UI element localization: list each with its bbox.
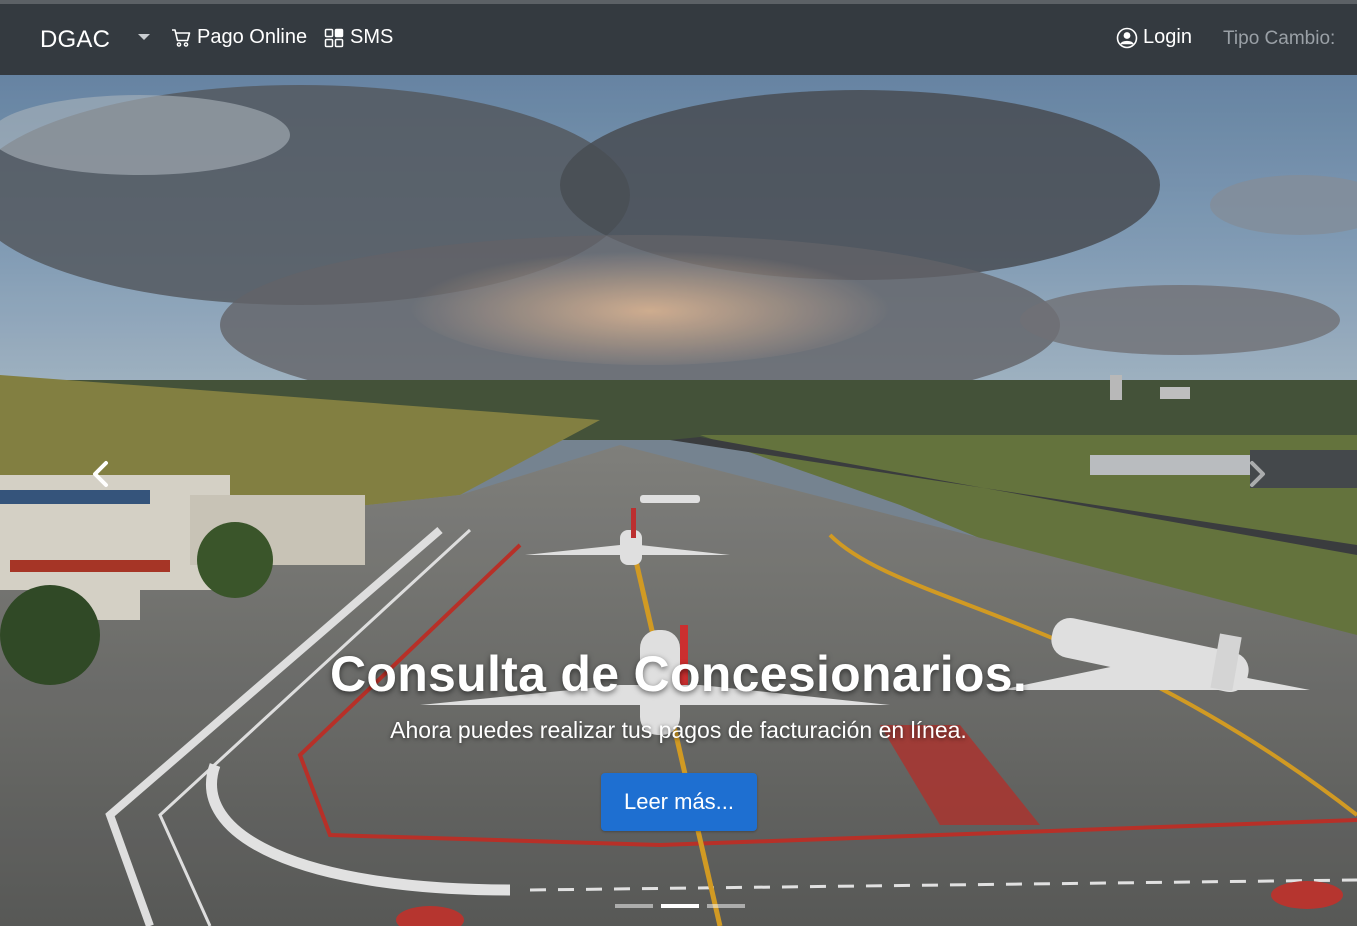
slide-subtitle: Ahora puedes realizar tus pagos de factu… <box>390 717 967 743</box>
exchange-rate-label: Tipo Cambio: <box>1223 28 1336 49</box>
carousel-indicator[interactable] <box>707 904 745 908</box>
user-circle-icon <box>1116 27 1138 49</box>
grid-icon <box>324 28 345 48</box>
chevron-right-icon <box>1244 461 1270 493</box>
cart-icon <box>171 28 192 48</box>
slide-title: Consulta de Concesionarios. <box>329 646 1028 702</box>
nav-link-label: SMS <box>350 26 394 48</box>
carousel-indicators <box>615 904 745 908</box>
carousel-next-button[interactable] <box>1244 459 1270 489</box>
carousel-prev-button[interactable] <box>88 459 114 489</box>
chevron-down-icon[interactable] <box>138 34 150 40</box>
nav-link-label: Pago Online <box>197 26 308 48</box>
navbar: DGAC Pago Online SMS Login Tipo Cambio: <box>0 4 1357 75</box>
brand-logo[interactable]: DGAC <box>40 26 110 54</box>
carousel-indicator-active[interactable] <box>661 904 699 908</box>
carousel-indicator[interactable] <box>615 904 653 908</box>
read-more-button[interactable]: Leer más... <box>601 773 757 831</box>
hero-carousel: Consulta de Concesionarios. Ahora puedes… <box>0 75 1357 926</box>
nav-link-label: Login <box>1143 26 1192 48</box>
nav-link-sms[interactable]: SMS <box>324 26 393 49</box>
nav-link-login[interactable]: Login <box>1116 26 1192 49</box>
nav-link-pago-online[interactable]: Pago Online <box>171 26 307 49</box>
chevron-left-icon <box>88 461 114 493</box>
